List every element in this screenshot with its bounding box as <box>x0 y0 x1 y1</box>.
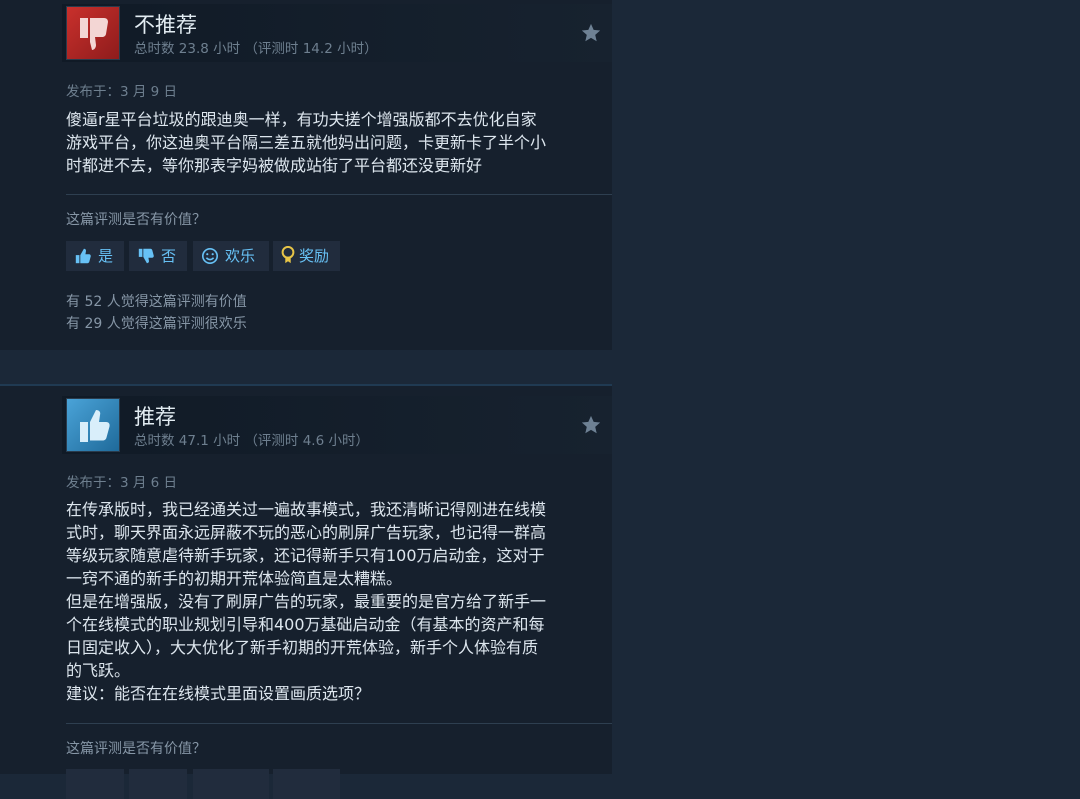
divider <box>66 723 612 724</box>
divider <box>66 194 612 195</box>
review-hours: 总时数 23.8 小时 （评测时 14.2 小时） <box>134 41 378 57</box>
smile-icon <box>201 247 219 265</box>
review-content-line: 一窍不通的新手的初期开荒体验简直是太糟糕。 <box>66 569 403 588</box>
award-icon <box>281 246 295 264</box>
thumbs-up-icon[interactable] <box>66 398 120 452</box>
review-content-line: 时都进不去，等你那表字妈被做成站街了平台都还没更新好 <box>66 156 483 175</box>
vote-funny-button[interactable]: 欢乐 <box>193 241 269 271</box>
vote-no-button[interactable]: 否 <box>129 241 187 271</box>
review-hours: 总时数 47.1 小时 （评测时 4.6 小时） <box>134 433 369 449</box>
review-header: 不推荐 总时数 23.8 小时 （评测时 14.2 小时） <box>62 4 612 62</box>
star-icon[interactable] <box>580 22 602 44</box>
review-content-line: 个在线模式的职业规划引导和400万基础启动金（有基本的资产和每 <box>66 615 545 634</box>
vote-no-label: 否 <box>161 247 177 265</box>
helpful-question: 这篇评测是否有价值？ <box>66 212 206 228</box>
award-label: 奖励 <box>299 247 330 265</box>
review-content-line: 的飞跃。 <box>66 661 131 680</box>
award-button[interactable]: 奖励 <box>273 241 340 271</box>
helpful-count: 有 52 人觉得这篇评测有价值 <box>66 294 247 310</box>
review-posted-date: 发布于：3 月 9 日 <box>66 84 178 100</box>
vote-yes-label: 是 <box>98 247 114 265</box>
review-content-line: 在传承版时，我已经通关过一遍故事模式，我还清晰记得刚进在线模 <box>66 500 547 519</box>
thumbs-up-icon <box>75 248 91 264</box>
star-icon[interactable] <box>580 414 602 436</box>
review-card: 推荐 总时数 47.1 小时 （评测时 4.6 小时） 发布于：3 月 6 日 … <box>0 386 612 799</box>
vote-funny-label: 欢乐 <box>225 247 256 265</box>
page-background <box>612 0 1080 774</box>
review-content-line: 傻逼r星平台垃圾的跟迪奥一样，有功夫搓个增强版都不去优化自家 <box>66 110 537 129</box>
review-content-line: 建议：能否在在线模式里面设置画质选项？ <box>66 684 371 703</box>
review-content: 傻逼r星平台垃圾的跟迪奥一样，有功夫搓个增强版都不去优化自家 游戏平台，你这迪奥… <box>66 108 606 177</box>
thumbs-down-icon[interactable] <box>66 6 120 60</box>
review-verdict: 不推荐 <box>134 13 197 37</box>
vote-counts: 有 52 人觉得这篇评测有价值 有 29 人觉得这篇评测很欢乐 <box>66 291 247 335</box>
review-content-line: 但是在增强版，没有了刷屏广告的玩家，最重要的是官方给了新手一 <box>66 592 547 611</box>
review-header: 推荐 总时数 47.1 小时 （评测时 4.6 小时） <box>62 396 612 454</box>
vote-yes-button[interactable]: 是 <box>66 241 124 271</box>
review-content-line: 游戏平台，你这迪奥平台隔三差五就他妈出问题，卡更新卡了半个小 <box>66 133 547 152</box>
review-content: 在传承版时，我已经通关过一遍故事模式，我还清晰记得刚进在线模 式时，聊天界面永远… <box>66 498 606 705</box>
funny-count: 有 29 人觉得这篇评测很欢乐 <box>66 316 247 332</box>
helpful-question: 这篇评测是否有价值？ <box>66 741 206 757</box>
review-verdict: 推荐 <box>134 405 176 429</box>
review-card: 不推荐 总时数 23.8 小时 （评测时 14.2 小时） 发布于：3 月 9 … <box>0 0 612 350</box>
review-content-line: 式时，聊天界面永远屏蔽不玩的恶心的刷屏广告玩家，也记得一群高 <box>66 523 547 542</box>
review-content-line: 等级玩家随意虐待新手玩家，还记得新手只有100万启动金，这对于 <box>66 546 545 565</box>
review-posted-date: 发布于：3 月 6 日 <box>66 475 178 491</box>
review-content-line: 日固定收入），大大优化了新手初期的开荒体验，新手个人体验有质 <box>66 638 539 657</box>
thumbs-down-icon <box>138 248 154 264</box>
review-separator <box>0 350 612 386</box>
